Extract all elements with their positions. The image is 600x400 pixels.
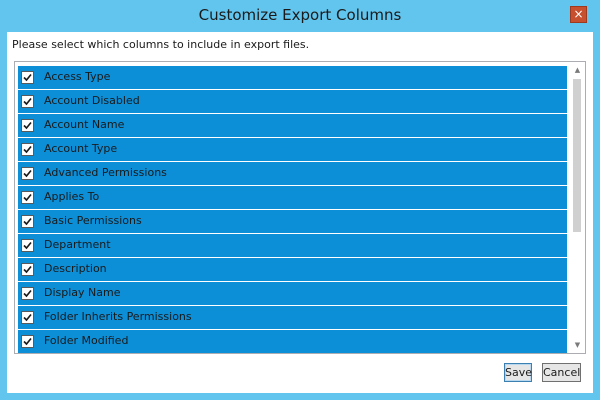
column-checkbox[interactable] xyxy=(21,239,34,252)
column-checkbox[interactable] xyxy=(21,71,34,84)
checkmark-icon xyxy=(23,193,32,202)
column-label: Account Name xyxy=(44,118,125,131)
window-title: Customize Export Columns xyxy=(198,6,402,24)
list-item[interactable]: Advanced Permissions xyxy=(18,162,567,185)
column-label: Description xyxy=(44,262,107,275)
columns-list-items: Access Type Account Disabled Account Name A… xyxy=(18,66,567,353)
column-label: Applies To xyxy=(44,190,100,203)
scroll-up-arrow-icon[interactable]: ▲ xyxy=(570,63,585,77)
cancel-button[interactable]: Cancel xyxy=(542,363,581,382)
list-item[interactable]: Basic Permissions xyxy=(18,210,567,233)
column-label: Account Disabled xyxy=(44,94,140,107)
checkmark-icon xyxy=(23,313,32,322)
checkmark-icon xyxy=(23,241,32,250)
column-checkbox[interactable] xyxy=(21,143,34,156)
dialog-body: Please select which columns to include i… xyxy=(7,32,593,393)
column-checkbox[interactable] xyxy=(21,215,34,228)
column-checkbox[interactable] xyxy=(21,191,34,204)
scroll-down-arrow-icon[interactable]: ▼ xyxy=(570,338,585,352)
instruction-text: Please select which columns to include i… xyxy=(12,38,310,51)
column-checkbox[interactable] xyxy=(21,263,34,276)
scroll-thumb[interactable] xyxy=(573,79,581,232)
checkmark-icon xyxy=(23,73,32,82)
list-item[interactable]: Display Name xyxy=(18,282,567,305)
list-item[interactable]: Folder Modified xyxy=(18,330,567,353)
checkmark-icon xyxy=(23,169,32,178)
column-label: Folder Modified xyxy=(44,334,129,347)
column-label: Folder Inherits Permissions xyxy=(44,310,192,323)
columns-list[interactable]: Access Type Account Disabled Account Name A… xyxy=(14,61,586,354)
checkmark-icon xyxy=(23,337,32,346)
list-item[interactable]: Description xyxy=(18,258,567,281)
list-item[interactable]: Department xyxy=(18,234,567,257)
column-checkbox[interactable] xyxy=(21,287,34,300)
checkmark-icon xyxy=(23,289,32,298)
column-label: Account Type xyxy=(44,142,118,155)
column-checkbox[interactable] xyxy=(21,311,34,324)
close-icon: × xyxy=(573,7,584,21)
checkmark-icon xyxy=(23,145,32,154)
column-label: Advanced Permissions xyxy=(44,166,167,179)
list-item[interactable]: Account Disabled xyxy=(18,90,567,113)
list-item[interactable]: Folder Inherits Permissions xyxy=(18,306,567,329)
column-checkbox[interactable] xyxy=(21,95,34,108)
list-item[interactable]: Applies To xyxy=(18,186,567,209)
checkmark-icon xyxy=(23,217,32,226)
column-label: Basic Permissions xyxy=(44,214,142,227)
column-checkbox[interactable] xyxy=(21,119,34,132)
checkmark-icon xyxy=(23,121,32,130)
column-checkbox[interactable] xyxy=(21,335,34,348)
close-button[interactable]: × xyxy=(570,6,587,23)
title-bar: Customize Export Columns × xyxy=(0,0,600,32)
column-label: Display Name xyxy=(44,286,121,299)
list-item[interactable]: Account Name xyxy=(18,114,567,137)
column-label: Department xyxy=(44,238,111,251)
list-item[interactable]: Account Type xyxy=(18,138,567,161)
column-checkbox[interactable] xyxy=(21,167,34,180)
list-item[interactable]: Access Type xyxy=(18,66,567,89)
vertical-scrollbar[interactable]: ▲ ▼ xyxy=(570,62,585,353)
save-button[interactable]: Save xyxy=(504,363,532,382)
column-label: Access Type xyxy=(44,70,111,83)
export-columns-dialog: Customize Export Columns × Please select… xyxy=(0,0,600,400)
checkmark-icon xyxy=(23,97,32,106)
checkmark-icon xyxy=(23,265,32,274)
